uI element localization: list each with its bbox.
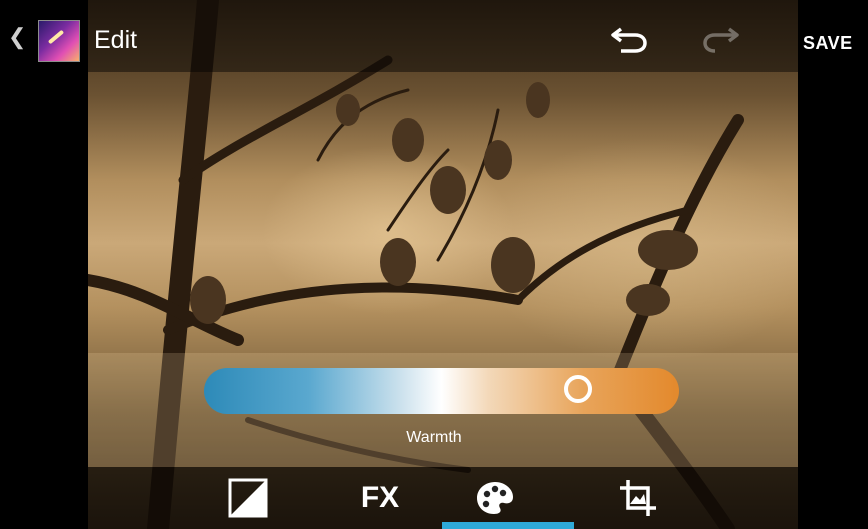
redo-button[interactable] [698, 20, 744, 60]
redo-icon [703, 27, 739, 53]
selected-tool-indicator [442, 522, 574, 529]
chevron-left-icon: ❮ [8, 24, 27, 49]
back-button[interactable]: ❮ [8, 20, 38, 54]
save-button[interactable]: SAVE [803, 33, 853, 54]
warmth-slider-track[interactable] [204, 368, 679, 414]
crop-tool-button[interactable] [608, 467, 668, 529]
crop-icon [620, 480, 656, 516]
undo-button[interactable] [606, 20, 652, 60]
fx-tool-button[interactable]: FX [350, 467, 410, 529]
warmth-slider-thumb[interactable] [564, 375, 592, 403]
tool-bar: FX [0, 467, 868, 529]
gallery-app-icon[interactable] [38, 20, 80, 62]
page-title: Edit [94, 26, 138, 54]
slider-label: Warmth [406, 429, 462, 446]
palette-icon [477, 482, 513, 514]
undo-icon [611, 27, 647, 53]
colors-tool-button[interactable] [465, 467, 525, 529]
exposure-icon [228, 478, 268, 518]
exposure-tool-button[interactable] [218, 467, 278, 529]
